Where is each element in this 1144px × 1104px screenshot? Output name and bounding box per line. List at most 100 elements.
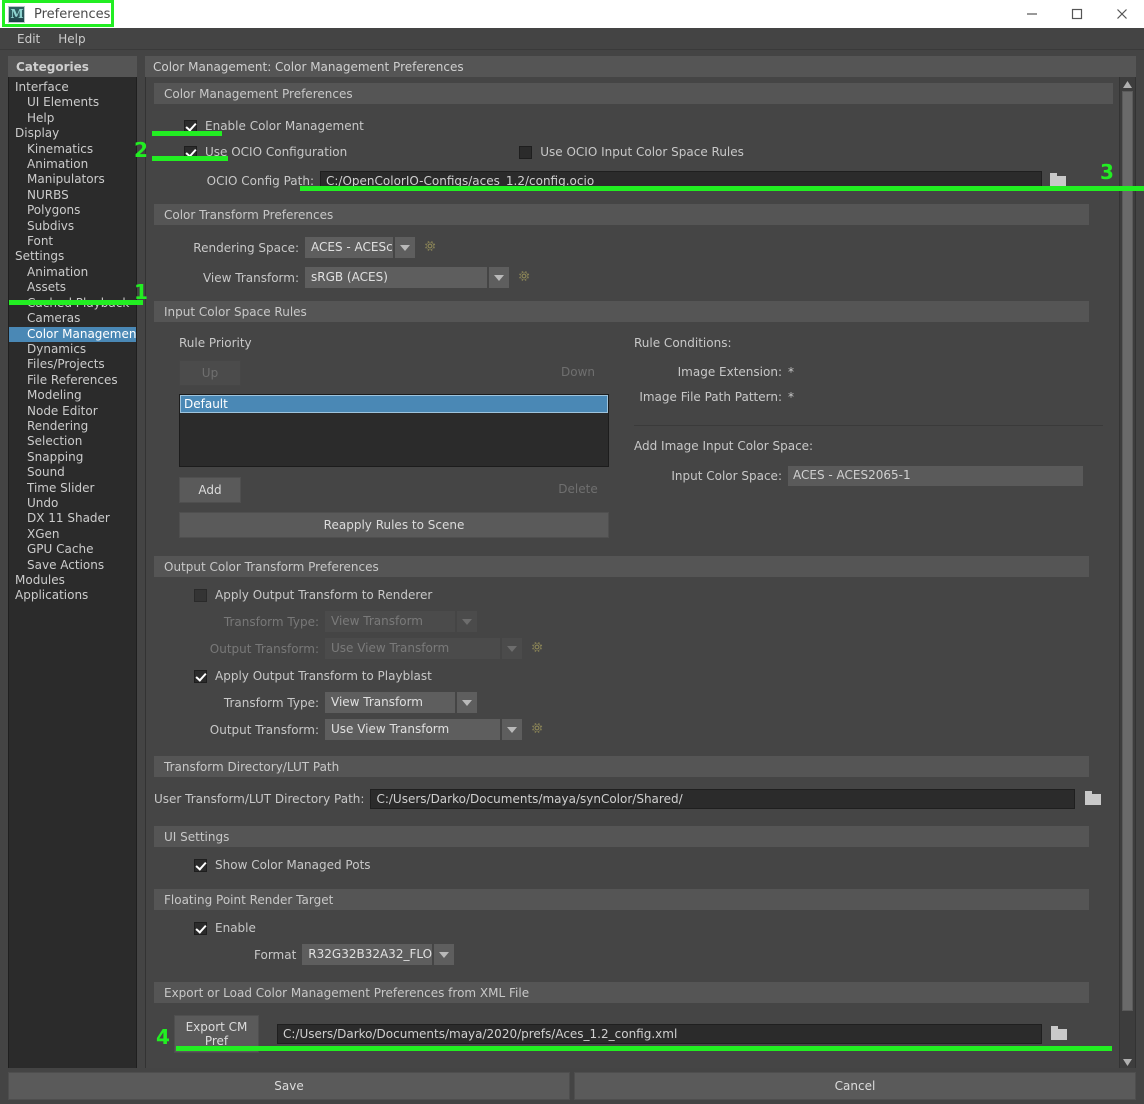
sidebar-item-font[interactable]: Font <box>9 234 136 249</box>
chevron-down-icon <box>487 267 509 288</box>
gear-icon <box>517 269 531 283</box>
category-list[interactable]: InterfaceUI ElementsHelpDisplayKinematic… <box>8 77 137 1070</box>
rule-up-button[interactable]: Up <box>179 360 241 386</box>
floating-point-enable-checkbox[interactable] <box>194 922 207 935</box>
sidebar-item-snapping[interactable]: Snapping <box>9 450 136 465</box>
scroll-down-button[interactable] <box>1120 1055 1135 1069</box>
preferences-scroll-area: Color Management Preferences Enable Colo… <box>146 77 1119 1069</box>
float-enable-row[interactable]: Enable <box>154 921 1113 935</box>
sidebar-item-gpu-cache[interactable]: GPU Cache <box>9 542 136 557</box>
scrollbar-track[interactable] <box>1120 91 1135 1055</box>
content-area: Categories InterfaceUI ElementsHelpDispl… <box>0 50 1144 1070</box>
sidebar-item-nurbs[interactable]: NURBS <box>9 188 136 203</box>
sidebar-item-modeling[interactable]: Modeling <box>9 388 136 403</box>
sidebar-item-help[interactable]: Help <box>9 111 136 126</box>
sidebar-item-rendering[interactable]: Rendering <box>9 419 136 434</box>
scroll-up-button[interactable] <box>1120 77 1135 91</box>
enable-color-management-row[interactable]: Enable Color Management <box>154 119 1113 133</box>
sidebar-item-interface[interactable]: Interface <box>9 80 136 95</box>
rule-list[interactable]: Default <box>179 394 609 467</box>
sidebar-item-files-projects[interactable]: Files/Projects <box>9 357 136 372</box>
lut-path-browse-button[interactable] <box>1085 791 1101 808</box>
sidebar-item-kinematics[interactable]: Kinematics <box>9 142 136 157</box>
close-button[interactable] <box>1099 0 1144 28</box>
apply-output-transform-renderer-row[interactable]: Apply Output Transform to Renderer <box>154 588 1113 602</box>
sidebar-item-dx-11-shader[interactable]: DX 11 Shader <box>9 511 136 526</box>
scrollbar-thumb[interactable] <box>1122 91 1133 1011</box>
show-color-managed-pots-checkbox[interactable] <box>194 859 207 872</box>
use-ocio-input-color-space-rules-checkbox[interactable] <box>519 146 532 159</box>
sidebar-item-manipulators[interactable]: Manipulators <box>9 172 136 187</box>
cancel-button[interactable]: Cancel <box>574 1072 1136 1100</box>
sidebar-item-time-slider[interactable]: Time Slider <box>9 481 136 496</box>
list-item[interactable]: Default <box>180 395 608 413</box>
sidebar-item-dynamics[interactable]: Dynamics <box>9 342 136 357</box>
sidebar-item-sound[interactable]: Sound <box>9 465 136 480</box>
apply-output-transform-to-renderer-checkbox[interactable] <box>194 589 207 602</box>
sidebar-item-file-references[interactable]: File References <box>9 373 136 388</box>
view-transform-settings-button[interactable] <box>517 269 531 286</box>
chevron-down-icon <box>500 638 522 659</box>
menu-edit[interactable]: Edit <box>8 30 49 48</box>
annotation-marker-3: 3 <box>1100 160 1114 184</box>
minimize-button[interactable] <box>1009 0 1054 28</box>
main-panel-body: Color Management Preferences Enable Colo… <box>145 77 1136 1070</box>
user-transform-lut-path-field[interactable]: C:/Users/Darko/Documents/maya/synColor/S… <box>370 789 1075 809</box>
sidebar-item-animation[interactable]: Animation <box>9 157 136 172</box>
renderer-output-transform-dropdown[interactable]: Use View Transform <box>325 638 522 659</box>
playblast-output-transform-label: Output Transform: <box>154 723 319 737</box>
sidebar-item-selection[interactable]: Selection <box>9 434 136 449</box>
apply-output-transform-playblast-row[interactable]: Apply Output Transform to Playblast <box>154 669 1113 683</box>
rule-down-button[interactable]: Down <box>547 360 609 386</box>
playblast-transform-type-dropdown[interactable]: View Transform <box>325 692 477 713</box>
vertical-scrollbar[interactable] <box>1119 77 1135 1069</box>
main-panel: Color Management: Color Management Prefe… <box>145 56 1136 1070</box>
playblast-output-transform-value: Use View Transform <box>325 719 500 740</box>
renderer-output-transform-settings-button[interactable] <box>530 640 544 657</box>
rule-conditions-label: Rule Conditions: <box>634 336 1113 350</box>
sidebar-item-display[interactable]: Display <box>9 126 136 141</box>
title-bar-left: M Preferences <box>0 6 110 23</box>
title-bar: M Preferences <box>0 0 1144 28</box>
apply-output-transform-to-playblast-checkbox[interactable] <box>194 670 207 683</box>
add-rule-button[interactable]: Add <box>179 477 241 503</box>
export-xml-browse-button[interactable] <box>1051 1026 1067 1043</box>
input-color-space-field[interactable]: ACES - ACES2065-1 <box>788 466 1083 486</box>
sidebar-item-color-management[interactable]: Color Management <box>9 327 136 342</box>
use-ocio-row[interactable]: Use OCIO Configuration Use OCIO Input Co… <box>154 145 1113 159</box>
show-color-managed-pots-row[interactable]: Show Color Managed Pots <box>154 858 1113 872</box>
maximize-button[interactable] <box>1054 0 1099 28</box>
sidebar-item-animation[interactable]: Animation <box>9 265 136 280</box>
save-button[interactable]: Save <box>8 1072 570 1100</box>
sidebar-item-xgen[interactable]: XGen <box>9 527 136 542</box>
annotation-line-ocio-path <box>300 186 1144 191</box>
playblast-output-transform-settings-button[interactable] <box>530 721 544 738</box>
sidebar-item-applications[interactable]: Applications <box>9 588 136 603</box>
playblast-output-transform-dropdown[interactable]: Use View Transform <box>325 719 522 740</box>
sidebar-item-save-actions[interactable]: Save Actions <box>9 558 136 573</box>
sidebar-item-ui-elements[interactable]: UI Elements <box>9 95 136 110</box>
sidebar-item-subdivs[interactable]: Subdivs <box>9 219 136 234</box>
menu-help[interactable]: Help <box>49 30 94 48</box>
main-panel-title: Color Management: Color Management Prefe… <box>145 56 1136 77</box>
sidebar-item-cameras[interactable]: Cameras <box>9 311 136 326</box>
sidebar: Categories InterfaceUI ElementsHelpDispl… <box>8 56 137 1070</box>
sidebar-header: Categories <box>8 56 137 77</box>
sidebar-item-undo[interactable]: Undo <box>9 496 136 511</box>
ocio-config-path-label: OCIO Config Path: <box>154 174 314 188</box>
sidebar-item-node-editor[interactable]: Node Editor <box>9 404 136 419</box>
view-transform-dropdown[interactable]: sRGB (ACES) <box>305 267 509 288</box>
sidebar-item-modules[interactable]: Modules <box>9 573 136 588</box>
sidebar-item-assets[interactable]: Assets <box>9 280 136 295</box>
delete-rule-button[interactable]: Delete <box>547 477 609 503</box>
renderer-transform-type-dropdown[interactable]: View Transform <box>325 611 477 632</box>
export-xml-path-field[interactable]: C:/Users/Darko/Documents/maya/2020/prefs… <box>277 1024 1042 1044</box>
sidebar-item-polygons[interactable]: Polygons <box>9 203 136 218</box>
floating-point-format-dropdown[interactable]: R32G32B32A32_FLOAT <box>302 944 454 965</box>
rendering-space-settings-button[interactable] <box>423 239 437 256</box>
reapply-rules-button[interactable]: Reapply Rules to Scene <box>179 512 609 538</box>
image-extension-label: Image Extension: <box>634 365 782 379</box>
menu-bar: Edit Help <box>0 28 1144 50</box>
sidebar-item-settings[interactable]: Settings <box>9 249 136 264</box>
rendering-space-dropdown[interactable]: ACES - ACEScg <box>305 237 415 258</box>
